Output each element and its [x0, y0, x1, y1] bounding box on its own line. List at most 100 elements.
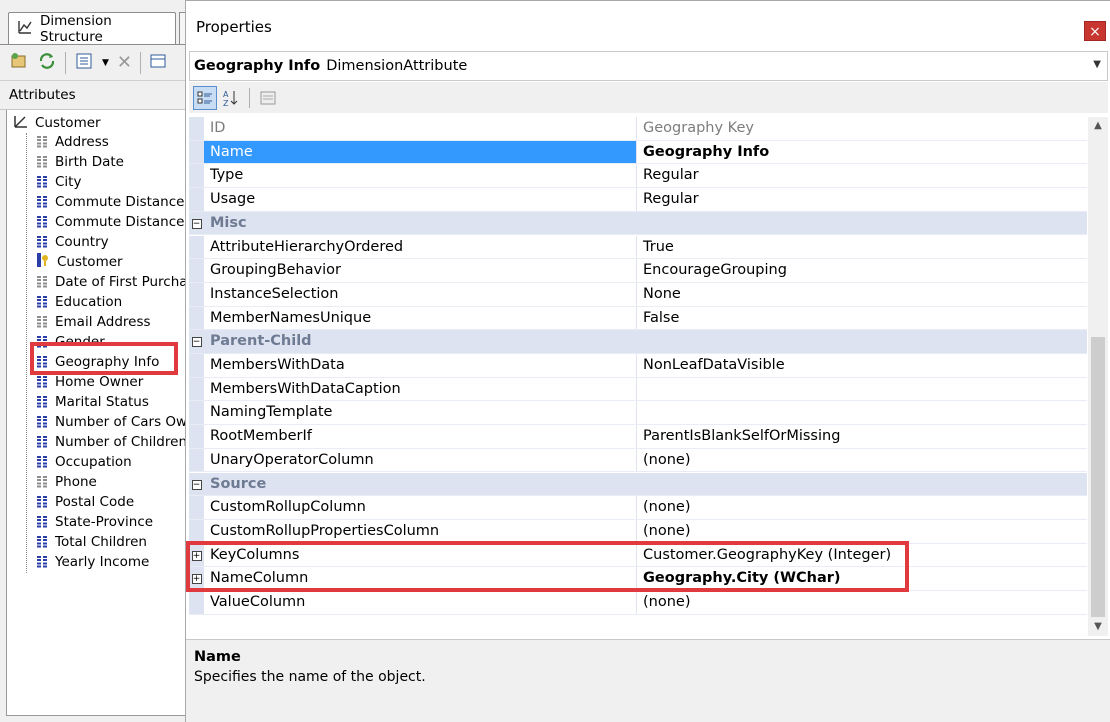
close-button[interactable]: × — [1084, 21, 1106, 41]
expand-icon[interactable]: + — [191, 574, 202, 585]
scroll-down-icon[interactable]: ▼ — [1088, 618, 1108, 636]
property-grid-scrollbar[interactable]: ▲ ▼ — [1088, 117, 1108, 636]
add-attribute-icon[interactable] — [9, 51, 29, 75]
property-value[interactable]: Regular — [638, 188, 1087, 211]
property-row[interactable]: UnaryOperatorColumn (none) — [189, 448, 1087, 473]
property-row[interactable]: ID Geography Key — [189, 117, 1087, 141]
refresh-icon[interactable] — [37, 51, 57, 75]
property-row[interactable]: MemberNamesUnique False — [189, 306, 1087, 331]
collapse-icon[interactable]: − — [191, 479, 202, 490]
property-value[interactable]: ParentIsBlankSelfOrMissing — [638, 425, 1087, 448]
attributes-tree[interactable]: Customer Address Birth Date City Commute Di… — [6, 110, 205, 716]
property-value[interactable]: NonLeafDataVisible — [638, 354, 1087, 377]
tab-dimension-structure[interactable]: Dimension Structure — [8, 12, 176, 45]
tree-item[interactable]: Address — [37, 132, 109, 152]
tree-item-label: Email Address — [55, 314, 151, 330]
object-dropdown-icon[interactable]: ▼ — [1093, 59, 1101, 70]
tree-item[interactable]: Yearly Income — [37, 552, 149, 572]
collapse-icon[interactable]: − — [191, 337, 202, 348]
property-row[interactable]: AttributeHierarchyOrdered True — [189, 235, 1087, 260]
tree-item-label: Number of Cars Own — [55, 414, 196, 430]
tree-item[interactable]: Number of Children A — [37, 432, 201, 452]
expand-icon[interactable]: + — [191, 550, 202, 561]
description-text: Specifies the name of the object. — [194, 669, 426, 685]
property-row[interactable]: MembersWithDataCaption — [189, 377, 1087, 402]
property-category-row[interactable]: − Source — [189, 472, 1087, 497]
tree-item[interactable]: Commute Distance — [37, 192, 184, 212]
categorized-icon[interactable] — [193, 85, 217, 110]
sort-alphabetical-icon[interactable]: AZ — [219, 86, 243, 110]
tab-dimension-structure-label: Dimension Structure — [40, 12, 112, 45]
object-selector[interactable]: Geography Info DimensionAttribute ▼ — [189, 51, 1108, 81]
tree-item[interactable]: Birth Date — [37, 152, 124, 172]
property-row[interactable]: Usage Regular — [189, 188, 1087, 212]
property-row[interactable]: MembersWithData NonLeafDataVisible — [189, 354, 1087, 378]
tree-item[interactable]: Occupation — [37, 452, 132, 472]
property-row[interactable]: NamingTemplate — [189, 401, 1087, 426]
property-name: KeyColumns — [204, 543, 637, 567]
property-value[interactable]: False — [638, 307, 1087, 330]
tree-item[interactable]: Date of First Purchas — [37, 272, 195, 292]
tree-item[interactable]: Email Address — [37, 312, 151, 332]
property-row[interactable]: GroupingBehavior EncourageGrouping — [189, 259, 1087, 283]
property-value[interactable]: (none) — [638, 449, 1087, 472]
tree-item[interactable]: State-Province — [37, 512, 153, 532]
property-value[interactable] — [638, 401, 1087, 424]
tree-item[interactable]: Home Owner — [37, 372, 143, 392]
property-row[interactable]: RootMemberIf ParentIsBlankSelfOrMissing — [189, 425, 1087, 449]
tree-item[interactable]: Country — [37, 232, 109, 252]
property-row[interactable]: + NameColumn Geography.City (WChar) — [189, 567, 1087, 591]
property-row[interactable]: CustomRollupColumn (none) — [189, 496, 1087, 520]
tree-item-label: Marital Status — [55, 394, 149, 410]
tree-item[interactable]: Total Children — [37, 532, 147, 552]
scroll-up-icon[interactable]: ▲ — [1088, 117, 1108, 135]
tree-item[interactable]: Geography Info — [37, 352, 159, 372]
property-category-row[interactable]: − Parent-Child — [189, 330, 1087, 354]
tree-item[interactable]: Postal Code — [37, 492, 134, 512]
property-name: UnaryOperatorColumn — [204, 448, 637, 472]
property-row[interactable]: Name Geography Info — [189, 140, 1087, 165]
tree-item[interactable]: Number of Cars Own — [37, 412, 196, 432]
tree-item[interactable]: Education — [37, 292, 122, 312]
property-name: MembersWithDataCaption — [204, 377, 637, 401]
property-row[interactable]: CustomRollupPropertiesColumn (none) — [189, 519, 1087, 544]
property-row[interactable]: InstanceSelection None — [189, 282, 1087, 307]
property-value[interactable]: (none) — [638, 520, 1087, 543]
property-value[interactable] — [638, 378, 1087, 401]
tree-item-label: City — [55, 174, 82, 190]
list-view-icon[interactable] — [74, 51, 94, 75]
property-value[interactable]: (none) — [638, 591, 1087, 614]
property-value[interactable]: EncourageGrouping — [638, 259, 1087, 282]
scroll-thumb[interactable] — [1091, 337, 1105, 617]
tree-item-label: Occupation — [55, 454, 132, 470]
property-value[interactable]: True — [638, 236, 1087, 259]
property-row[interactable]: + KeyColumns Customer.GeographyKey (Intege… — [189, 543, 1087, 568]
layout-icon[interactable] — [149, 52, 167, 74]
tree-item[interactable]: Phone — [37, 472, 97, 492]
tree-item[interactable]: City — [37, 172, 81, 192]
property-row[interactable]: Type Regular — [189, 164, 1087, 189]
property-category-row[interactable]: − Misc — [189, 211, 1087, 236]
property-value[interactable]: None — [638, 283, 1087, 306]
property-value[interactable]: Regular — [638, 164, 1087, 187]
collapse-icon[interactable]: − — [191, 218, 202, 229]
view-dropdown-icon[interactable]: ▼ — [102, 58, 109, 68]
property-name: AttributeHierarchyOrdered — [204, 235, 637, 259]
tree-item[interactable]: Gender — [37, 332, 105, 352]
row-gutter — [189, 306, 204, 330]
property-value[interactable]: Customer.GeographyKey (Integer) — [638, 544, 1087, 567]
property-value[interactable]: (none) — [638, 496, 1087, 519]
property-row[interactable]: ValueColumn (none) — [189, 591, 1087, 615]
tree-item[interactable]: Marital Status — [37, 392, 149, 412]
delete-icon[interactable]: ✕ — [117, 52, 132, 73]
property-pages-icon[interactable] — [256, 86, 280, 110]
property-value[interactable]: Geography.City (WChar) — [638, 567, 1087, 590]
unprocessed-attribute-icon — [37, 155, 47, 169]
tree-item[interactable]: Customer — [37, 252, 123, 272]
attribute-icon — [37, 455, 47, 469]
dimension-icon — [13, 113, 29, 133]
tree-root-customer[interactable]: Customer — [13, 113, 101, 133]
property-value[interactable]: Geography Key — [638, 117, 1087, 140]
property-value[interactable]: Geography Info — [638, 141, 1087, 164]
tree-item[interactable]: Commute Distance Sc — [37, 212, 205, 232]
